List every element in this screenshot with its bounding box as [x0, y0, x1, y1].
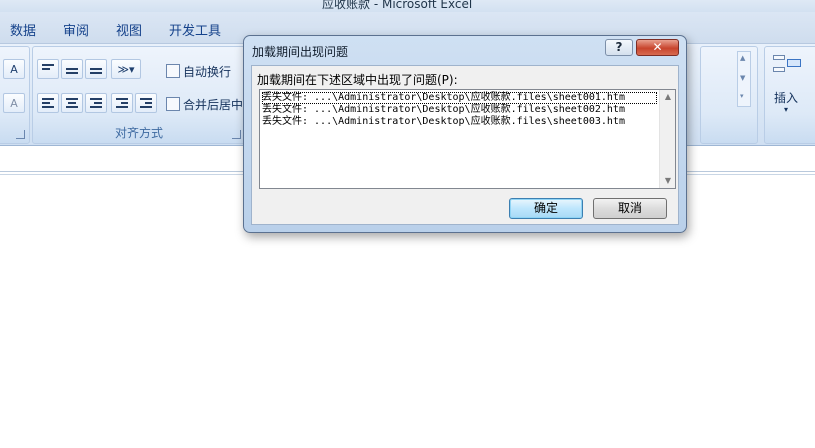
window-title: 应收账款 - Microsoft Excel — [322, 0, 473, 11]
list-item[interactable]: 丢失文件: ...\Administrator\Desktop\应收账款.fil… — [262, 92, 657, 104]
scroll-down-icon[interactable]: ▼ — [660, 174, 675, 188]
alignment-group: ≫▾ 自动换行 合并后居中 对齐方式 — [32, 46, 246, 144]
font-dialog-launcher-icon[interactable] — [16, 130, 25, 139]
decrease-indent-icon — [116, 98, 128, 108]
wrap-text-icon — [166, 64, 180, 78]
font-color-button[interactable]: A — [3, 93, 25, 113]
close-icon: ✕ — [652, 40, 663, 54]
font-size-icon: A — [10, 62, 18, 76]
align-middle-button[interactable] — [61, 59, 83, 79]
tab-view[interactable]: 视图 — [116, 20, 142, 39]
orientation-button[interactable]: ≫▾ — [111, 59, 141, 79]
list-item[interactable]: 丢失文件: ...\Administrator\Desktop\应收账款.fil… — [262, 104, 625, 116]
increase-indent-icon — [140, 98, 152, 108]
tab-review[interactable]: 审阅 — [63, 20, 89, 39]
align-top-icon — [42, 64, 54, 74]
align-bottom-icon — [90, 64, 102, 74]
load-problems-dialog: 加载期间出现问题 ? ✕ 加载期间在下述区域中出现了问题(P): 丢失文件: .… — [243, 35, 687, 233]
align-center-icon — [66, 98, 78, 108]
align-left-icon — [42, 98, 54, 108]
align-middle-icon — [66, 64, 78, 74]
dialog-body: 加载期间在下述区域中出现了问题(P): 丢失文件: ...\Administra… — [251, 65, 679, 225]
align-left-button[interactable] — [37, 93, 59, 113]
gallery-scroll[interactable]: ▲ ▼ ▾ — [737, 51, 751, 107]
styles-group: ▲ ▼ ▾ — [700, 46, 758, 144]
merge-center-button[interactable]: 合并后居中 — [183, 96, 243, 113]
alignment-group-label: 对齐方式 — [114, 126, 163, 140]
gallery-down-icon[interactable]: ▼ — [740, 74, 745, 82]
problems-label: 加载期间在下述区域中出现了问题(P): — [257, 73, 458, 87]
tab-developer[interactable]: 开发工具 — [169, 20, 221, 39]
decrease-indent-button[interactable] — [111, 93, 133, 113]
merge-center-icon — [166, 97, 180, 111]
align-right-icon — [90, 98, 102, 108]
close-button[interactable]: ✕ — [636, 39, 679, 56]
text-orientation-icon: ≫▾ — [117, 62, 135, 76]
align-bottom-button[interactable] — [85, 59, 107, 79]
scroll-up-icon[interactable]: ▲ — [660, 90, 675, 104]
increase-indent-button[interactable] — [135, 93, 157, 113]
font-color-icon: A — [10, 96, 18, 110]
align-top-button[interactable] — [37, 59, 59, 79]
help-icon: ? — [615, 40, 623, 54]
cells-group: 插入 ▾ — [764, 46, 815, 144]
problems-list[interactable]: 丢失文件: ...\Administrator\Desktop\应收账款.fil… — [259, 89, 676, 189]
help-button[interactable]: ? — [605, 39, 633, 56]
align-center-button[interactable] — [61, 93, 83, 113]
list-item[interactable]: 丢失文件: ...\Administrator\Desktop\应收账款.fil… — [262, 116, 625, 128]
font-group: A A — [0, 46, 30, 144]
gallery-up-icon[interactable]: ▲ — [740, 54, 745, 62]
insert-button[interactable]: 插入 — [774, 89, 798, 106]
ok-button[interactable]: 确定 — [509, 198, 583, 219]
insert-dropdown-icon[interactable]: ▾ — [784, 105, 788, 114]
list-scrollbar[interactable]: ▲ ▼ — [659, 90, 675, 188]
title-bar: 应收账款 - Microsoft Excel — [0, 0, 815, 12]
font-shrink-button[interactable]: A — [3, 59, 25, 79]
tab-data[interactable]: 数据 — [10, 20, 36, 39]
cancel-button[interactable]: 取消 — [593, 198, 667, 219]
dialog-title: 加载期间出现问题 — [252, 45, 349, 59]
align-right-button[interactable] — [85, 93, 107, 113]
wrap-text-button[interactable]: 自动换行 — [183, 63, 231, 80]
insert-cells-icon — [773, 55, 801, 81]
gallery-more-icon[interactable]: ▾ — [740, 92, 744, 100]
alignment-dialog-launcher-icon[interactable] — [232, 130, 241, 139]
